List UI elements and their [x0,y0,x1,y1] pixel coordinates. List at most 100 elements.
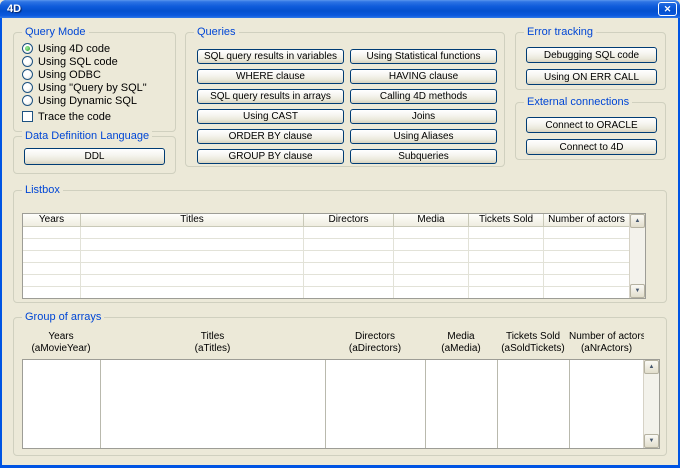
query-mode-group-label: Query Mode [22,26,89,39]
close-button[interactable]: ✕ [658,2,677,16]
radio-icon[interactable] [22,56,33,67]
table-cell [304,275,394,286]
array-column-number-of-actors[interactable] [570,360,643,448]
radio-using-odbc[interactable]: Using ODBC [22,68,169,81]
ddl-button[interactable]: DDL [24,148,165,165]
listbox-header-row: Years Titles Directors Media Tickets Sol… [23,214,629,227]
array-column-tickets-sold[interactable] [498,360,570,448]
radio-using-4d-code[interactable]: Using 4D code [22,42,169,55]
table-row[interactable] [23,287,629,298]
using-statistical-functions-button[interactable]: Using Statistical functions [350,49,497,64]
array-column-media[interactable] [426,360,498,448]
connect-to-4d-button[interactable]: Connect to 4D [526,139,657,155]
order-by-clause-button[interactable]: ORDER BY clause [197,129,344,144]
table-cell [23,287,81,298]
table-cell [394,251,469,262]
listbox-vertical-scrollbar[interactable]: ▲ ▼ [629,214,645,298]
queries-group: Queries SQL query results in variables W… [185,32,505,167]
table-cell [394,239,469,250]
table-cell [394,227,469,238]
error-tracking-buttons: Debugging SQL code Using ON ERR CALL [526,47,657,85]
scroll-up-button[interactable]: ▲ [630,214,645,228]
subqueries-button[interactable]: Subqueries [350,149,497,164]
listbox-columns: Years Titles Directors Media Tickets Sol… [23,214,629,298]
app-window: 4D ✕ Query Mode Using 4D code Using SQL … [0,0,680,468]
joins-button[interactable]: Joins [350,109,497,124]
table-cell [23,263,81,274]
listbox-group-label: Listbox [22,184,63,197]
radio-using-dynamic-sql[interactable]: Using Dynamic SQL [22,94,169,107]
array-column-titles[interactable] [101,360,326,448]
array-header-title: Directors [325,331,425,343]
radio-icon[interactable] [22,69,33,80]
scroll-up-button[interactable]: ▲ [644,360,659,374]
listbox-header-tickets-sold[interactable]: Tickets Sold [469,214,544,227]
sql-query-results-in-arrays-button[interactable]: SQL query results in arrays [197,89,344,104]
checkbox-icon[interactable] [22,111,33,122]
external-connections-group-label: External connections [524,96,632,109]
scroll-down-button[interactable]: ▼ [630,284,645,298]
group-by-clause-button[interactable]: GROUP BY clause [197,149,344,164]
table-cell [81,239,304,250]
listbox-header-titles[interactable]: Titles [81,214,304,227]
radio-icon[interactable] [22,95,33,106]
table-cell [304,227,394,238]
table-row[interactable] [23,275,629,287]
array-header-tickets-sold: Tickets Sold (aSoldTickets) [497,331,569,355]
table-cell [544,251,629,262]
debugging-sql-code-button[interactable]: Debugging SQL code [526,47,657,63]
scroll-down-button[interactable]: ▼ [644,434,659,448]
data-definition-group-label: Data Definition Language [22,130,152,143]
table-cell [469,251,544,262]
using-aliases-button[interactable]: Using Aliases [350,129,497,144]
title-bar[interactable]: 4D ✕ [0,0,680,18]
trace-the-code-checkbox[interactable]: Trace the code [22,110,169,123]
table-cell [304,263,394,274]
queries-group-label: Queries [194,26,239,39]
array-column-years[interactable] [23,360,101,448]
queries-left-column: SQL query results in variables WHERE cla… [197,49,344,164]
using-cast-button[interactable]: Using CAST [197,109,344,124]
error-tracking-group: Error tracking Debugging SQL code Using … [515,32,666,90]
scrollbar-track[interactable] [644,374,659,434]
window-content: Query Mode Using 4D code Using SQL code … [2,18,678,465]
radio-icon[interactable] [22,82,33,93]
calling-4d-methods-button[interactable]: Calling 4D methods [350,89,497,104]
radio-using-query-by-sql[interactable]: Using "Query by SQL" [22,81,169,94]
array-column-directors[interactable] [326,360,426,448]
array-header-title: Titles [100,331,325,343]
sql-query-results-in-variables-button[interactable]: SQL query results in variables [197,49,344,64]
array-header-directors: Directors (aDirectors) [325,331,425,355]
queries-right-column: Using Statistical functions HAVING claus… [350,49,497,164]
scrollbar-track[interactable] [630,228,645,284]
radio-icon[interactable] [22,43,33,54]
listbox-table: Years Titles Directors Media Tickets Sol… [22,213,646,299]
listbox-header-directors[interactable]: Directors [304,214,394,227]
listbox-group: Listbox Years Titles Directors Media Tic… [13,190,667,303]
array-header-var: (aDirectors) [325,343,425,355]
table-row[interactable] [23,239,629,251]
table-row[interactable] [23,227,629,239]
table-cell [23,239,81,250]
radio-label: Using "Query by SQL" [38,82,147,94]
array-list-area: ▲ ▼ [22,359,660,449]
table-cell [23,251,81,262]
table-cell [469,263,544,274]
having-clause-button[interactable]: HAVING clause [350,69,497,84]
table-row[interactable] [23,263,629,275]
array-header-var: (aTitles) [100,343,325,355]
listbox-header-number-of-actors[interactable]: Number of actors [544,214,629,227]
listbox-header-years[interactable]: Years [23,214,81,227]
radio-using-sql-code[interactable]: Using SQL code [22,55,169,68]
connect-to-oracle-button[interactable]: Connect to ORACLE [526,117,657,133]
table-cell [23,227,81,238]
using-on-err-call-button[interactable]: Using ON ERR CALL [526,69,657,85]
table-cell [394,287,469,298]
listbox-header-media[interactable]: Media [394,214,469,227]
array-header-number-of-actors: Number of actors (aNrActors) [569,331,644,355]
arrays-vertical-scrollbar[interactable]: ▲ ▼ [643,360,659,448]
array-header-title: Number of actors [569,331,644,343]
table-row[interactable] [23,251,629,263]
where-clause-button[interactable]: WHERE clause [197,69,344,84]
table-cell [469,239,544,250]
